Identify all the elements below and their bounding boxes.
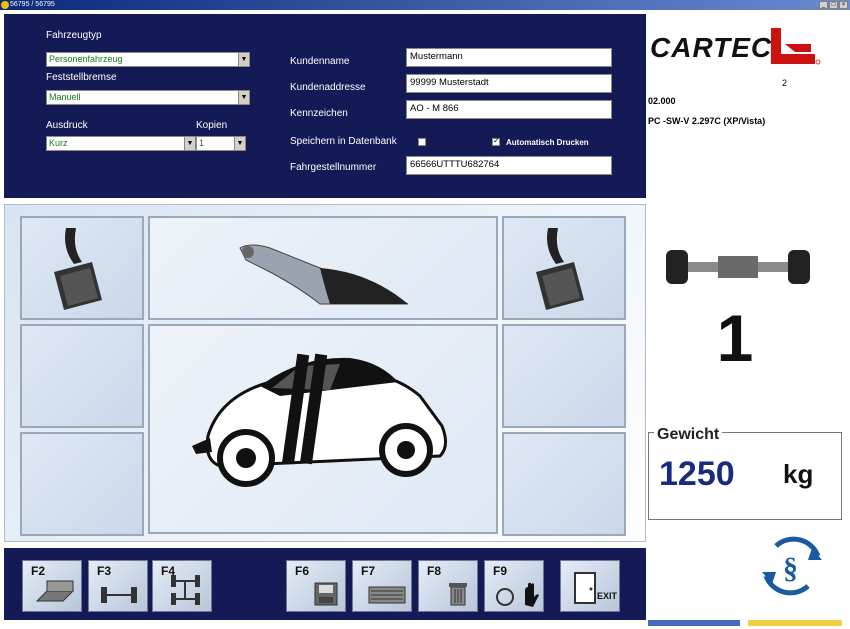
kundenname-input[interactable]: Mustermann [406,48,612,67]
brake-pedal-icon [54,228,102,310]
keyboard-icon [368,586,406,604]
speichern-checkbox[interactable] [418,138,426,146]
speichern-label: Speichern in Datenbank [290,136,397,147]
car-icon [192,353,447,487]
exit-label: EXIT [597,591,618,601]
refresh-hand-icon [496,582,539,607]
kundenaddresse-label: Kundenaddresse [290,82,366,93]
vehicle-form-panel: Fahrzeugtyp Personenfahrzeug ▼ Feststell… [4,14,646,198]
f4-two-axle-button[interactable]: F4 [152,560,212,612]
exit-button[interactable]: EXIT [560,560,620,612]
window-controls: _ □ × [819,1,848,9]
f7-keyboard-button[interactable]: F7 [352,560,412,612]
weight-panel: Gewicht 1250 kg [648,426,842,520]
chevron-down-icon[interactable]: ▼ [234,137,245,150]
f2-scale-button[interactable]: F2 [22,560,82,612]
chevron-down-icon[interactable]: ▼ [238,91,249,104]
minimize-button[interactable]: _ [819,1,828,9]
rear-left-wheel-cell[interactable] [20,432,144,536]
fahrgestell-label: Fahrgestellnummer [290,162,377,173]
fahrzeugtyp-value: Personenfahrzeug [49,54,123,64]
scale-icon [35,580,75,602]
front-left-wheel-cell[interactable] [20,324,144,428]
feststellbremse-value: Manuell [49,92,81,102]
left-pedal-cell[interactable] [20,216,144,320]
feststellbremse-label: Feststellbremse [46,72,117,83]
kennzeichen-label: Kennzeichen [290,108,348,119]
right-pedal-cell[interactable] [502,216,626,320]
cartec-logo: CARTEC [650,32,773,63]
version-code: 02.000 [648,96,676,106]
front-right-wheel-cell[interactable] [502,324,626,428]
ausdruck-label: Ausdruck [46,120,88,131]
weight-label: Gewicht [654,426,723,444]
auto-drucken-label: Automatisch Drucken [506,138,589,147]
ausdruck-value: Kurz [49,138,68,148]
fahrzeugtyp-select[interactable]: Personenfahrzeug ▼ [46,52,250,67]
save-icon [314,582,338,606]
weight-value: 1250 [659,455,735,493]
status-bar-right [748,620,842,626]
kundenname-label: Kundenname [290,56,350,67]
axle-number: 1 [716,301,754,375]
maximize-button[interactable]: □ [829,1,838,9]
paragraph-refresh-icon[interactable]: § [756,534,828,598]
chevron-down-icon[interactable]: ▼ [184,137,195,150]
window-titlebar: 56795 / 56795 _ □ × [0,0,850,10]
software-version: PC -SW-V 2.297C (XP/Vista) [648,116,766,126]
brake-pedal-icon [536,228,584,310]
vehicle-cell[interactable] [148,324,498,534]
logo-subscript: 2 [782,78,788,88]
f9-refresh-button[interactable]: F9 [484,560,544,612]
fahrzeugtyp-label: Fahrzeugtyp [46,30,102,41]
cartec-logo-mark [771,28,821,65]
two-axle-icon [171,575,200,605]
trash-icon [449,583,467,606]
axle-icon [101,587,137,603]
kopien-select[interactable]: 1 ▼ [196,136,246,151]
app-icon [1,1,9,9]
f8-delete-button[interactable]: F8 [418,560,478,612]
svg-text:§: § [783,552,798,585]
weight-unit: kg [783,459,814,489]
f3-axle-button[interactable]: F3 [88,560,148,612]
kundenaddresse-input[interactable]: 99999 Musterstadt [406,74,612,93]
rear-right-wheel-cell[interactable] [502,432,626,536]
close-button[interactable]: × [839,1,848,9]
window-title: 56795 / 56795 [10,1,55,8]
auto-drucken-checkbox[interactable] [492,136,500,146]
f6-save-button[interactable]: F6 [286,560,346,612]
axle-chassis-icon [666,250,810,284]
kopien-value: 1 [199,138,205,148]
handbrake-icon [239,244,409,305]
exit-door-icon [574,572,596,604]
status-bar-left [648,620,740,626]
handbrake-cell[interactable] [148,216,498,320]
kopien-label: Kopien [196,120,228,131]
feststellbremse-select[interactable]: Manuell ▼ [46,90,250,105]
chevron-down-icon[interactable]: ▼ [238,53,249,66]
kennzeichen-input[interactable]: AO - M 866 [406,100,612,119]
ausdruck-select[interactable]: Kurz ▼ [46,136,196,151]
fahrgestell-input[interactable]: 66566UTTTU682764 [406,156,612,175]
